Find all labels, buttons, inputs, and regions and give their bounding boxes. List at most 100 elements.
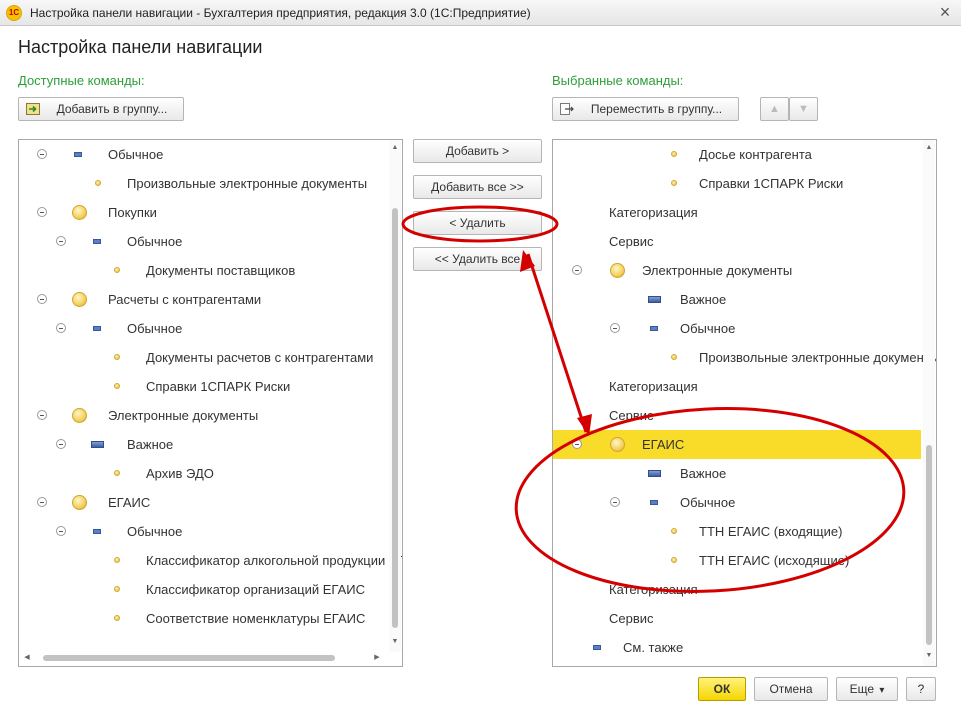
tree-row[interactable]: Документы расчетов с контрагентами bbox=[19, 343, 402, 372]
tree-row[interactable]: Справки 1СПАРК Риски bbox=[553, 169, 936, 198]
group-folder-icon bbox=[72, 205, 87, 220]
collapse-toggle-icon[interactable] bbox=[37, 497, 47, 507]
tree-row[interactable]: ТТН ЕГАИС (входящие) bbox=[553, 517, 936, 546]
tree-row[interactable]: ЕГАИС bbox=[553, 430, 921, 459]
help-button[interactable]: ? bbox=[906, 677, 936, 701]
scroll-thumb-horizontal[interactable] bbox=[43, 655, 335, 661]
tree-row[interactable]: Электронные документы bbox=[553, 256, 936, 285]
tree-row[interactable]: Категоризация bbox=[553, 575, 936, 604]
collapse-toggle-icon[interactable] bbox=[56, 236, 66, 246]
move-to-group-button[interactable]: Переместить в группу... bbox=[552, 97, 739, 121]
scroll-thumb[interactable] bbox=[926, 445, 932, 645]
available-commands-label: Доступные команды: bbox=[18, 73, 145, 88]
more-button[interactable]: Еще ▾ bbox=[836, 677, 898, 701]
tree-row-label: Сервис bbox=[609, 611, 654, 626]
scroll-left-arrow-icon[interactable]: ◀ bbox=[22, 653, 32, 663]
tree-row[interactable]: Расчеты с контрагентами bbox=[19, 285, 402, 314]
group-folder-icon bbox=[72, 495, 87, 510]
tree-row[interactable]: Произвольные электронные документы bbox=[553, 343, 936, 372]
collapse-toggle-icon[interactable] bbox=[610, 497, 620, 507]
ok-button[interactable]: ОК bbox=[698, 677, 746, 701]
remove-button[interactable]: < Удалить bbox=[413, 211, 542, 235]
scroll-down-arrow-icon[interactable]: ▼ bbox=[390, 637, 400, 647]
tree-row[interactable]: Досье контрагента bbox=[553, 140, 936, 169]
tree-row[interactable]: Важное bbox=[553, 285, 936, 314]
tree-row[interactable]: Обычное bbox=[553, 314, 936, 343]
collapse-toggle-icon[interactable] bbox=[572, 439, 582, 449]
tree-row[interactable]: Документы поставщиков bbox=[19, 256, 402, 285]
tree-row[interactable]: Справки 1СПАРК Риски bbox=[19, 372, 402, 401]
add-to-group-button[interactable]: Добавить в группу... bbox=[18, 97, 184, 121]
move-down-icon[interactable]: ▼ bbox=[789, 97, 818, 121]
tree-row[interactable]: Классификатор алкогольной продукции ЕГАИ… bbox=[19, 546, 402, 575]
tree-row[interactable]: Обычное bbox=[19, 314, 402, 343]
tree-row[interactable]: Покупки bbox=[19, 198, 402, 227]
close-icon[interactable]: × bbox=[936, 3, 954, 21]
command-bullet-icon bbox=[671, 151, 677, 157]
scroll-thumb[interactable] bbox=[392, 208, 398, 628]
command-bullet-icon bbox=[114, 354, 120, 360]
tree-row[interactable]: ТТН ЕГАИС (исходящие) bbox=[553, 546, 936, 575]
tree-row-label: Покупки bbox=[108, 205, 157, 220]
tree-row-label: Важное bbox=[127, 437, 174, 452]
tree-row-label: Категоризация bbox=[609, 379, 698, 394]
move-to-group-label: Переместить в группу... bbox=[590, 102, 723, 116]
group-folder-icon bbox=[72, 292, 87, 307]
tree-row[interactable]: Обычное bbox=[19, 517, 402, 546]
tree-row-label: Расчеты с контрагентами bbox=[108, 292, 262, 307]
collapse-toggle-icon[interactable] bbox=[56, 526, 66, 536]
tree-row-label: Справки 1СПАРК Риски bbox=[146, 379, 291, 394]
tree-row[interactable]: См. также bbox=[553, 633, 936, 662]
selected-vertical-scrollbar[interactable]: ▲ ▼ bbox=[923, 140, 935, 666]
remove-all-button[interactable]: << Удалить все bbox=[413, 247, 542, 271]
command-bullet-icon bbox=[114, 586, 120, 592]
tree-row[interactable]: ЕГАИС bbox=[19, 488, 402, 517]
subgroup-icon bbox=[93, 239, 101, 244]
collapse-toggle-icon[interactable] bbox=[37, 149, 47, 159]
tree-row[interactable]: Категоризация bbox=[553, 372, 936, 401]
tree-row[interactable]: Сервис bbox=[553, 401, 936, 430]
tree-row[interactable]: Обычное bbox=[553, 488, 936, 517]
tree-row[interactable]: Обычное bbox=[19, 140, 402, 169]
command-bullet-icon bbox=[114, 557, 120, 563]
window-titlebar: 1С Настройка панели навигации - Бухгалте… bbox=[0, 0, 961, 26]
scroll-right-arrow-icon[interactable]: ▶ bbox=[372, 653, 382, 663]
tree-row[interactable]: Электронные документы bbox=[19, 401, 402, 430]
available-commands-tree[interactable]: Обычное Произвольные электронные документ… bbox=[18, 139, 403, 667]
selected-commands-tree[interactable]: Досье контрагента Справки 1СПАРК Риски Кат… bbox=[552, 139, 937, 667]
tree-row[interactable]: Архив ЭДО bbox=[19, 459, 402, 488]
add-button[interactable]: Добавить > bbox=[413, 139, 542, 163]
tree-row[interactable]: Категоризация bbox=[553, 198, 936, 227]
tree-row[interactable]: Важное bbox=[553, 459, 936, 488]
collapse-toggle-icon[interactable] bbox=[572, 265, 582, 275]
cancel-button[interactable]: Отмена bbox=[754, 677, 828, 701]
collapse-toggle-icon[interactable] bbox=[56, 439, 66, 449]
scroll-up-arrow-icon[interactable]: ▲ bbox=[924, 143, 934, 153]
tree-row[interactable]: Произвольные электронные документы bbox=[19, 169, 402, 198]
tree-row-label: Категоризация bbox=[609, 205, 698, 220]
scroll-down-arrow-icon[interactable]: ▼ bbox=[924, 651, 934, 661]
tree-row[interactable]: Сервис bbox=[553, 227, 936, 256]
move-up-icon[interactable]: ▲ bbox=[760, 97, 789, 121]
selected-commands-label: Выбранные команды: bbox=[552, 73, 684, 88]
tree-row-label: Важное bbox=[680, 292, 727, 307]
tree-row[interactable]: Сервис bbox=[553, 604, 936, 633]
tree-row-label: Электронные документы bbox=[108, 408, 259, 423]
tree-row[interactable]: Соответствие номенклатуры ЕГАИС bbox=[19, 604, 402, 633]
add-all-button[interactable]: Добавить все >> bbox=[413, 175, 542, 199]
available-horizontal-scrollbar[interactable]: ◀ ▶ bbox=[19, 652, 389, 664]
tree-row-label: Обычное bbox=[108, 147, 164, 162]
scroll-up-arrow-icon[interactable]: ▲ bbox=[390, 143, 400, 153]
tree-row-label: Сервис bbox=[609, 408, 654, 423]
tree-row[interactable]: Важное bbox=[19, 430, 402, 459]
collapse-toggle-icon[interactable] bbox=[56, 323, 66, 333]
collapse-toggle-icon[interactable] bbox=[610, 323, 620, 333]
tree-row[interactable]: Обычное bbox=[19, 227, 402, 256]
available-vertical-scrollbar[interactable]: ▲ ▼ bbox=[389, 140, 401, 652]
tree-row-label: Обычное bbox=[127, 321, 183, 336]
subgroup-icon bbox=[93, 529, 101, 534]
tree-row[interactable]: Классификатор организаций ЕГАИС bbox=[19, 575, 402, 604]
collapse-toggle-icon[interactable] bbox=[37, 207, 47, 217]
collapse-toggle-icon[interactable] bbox=[37, 410, 47, 420]
collapse-toggle-icon[interactable] bbox=[37, 294, 47, 304]
